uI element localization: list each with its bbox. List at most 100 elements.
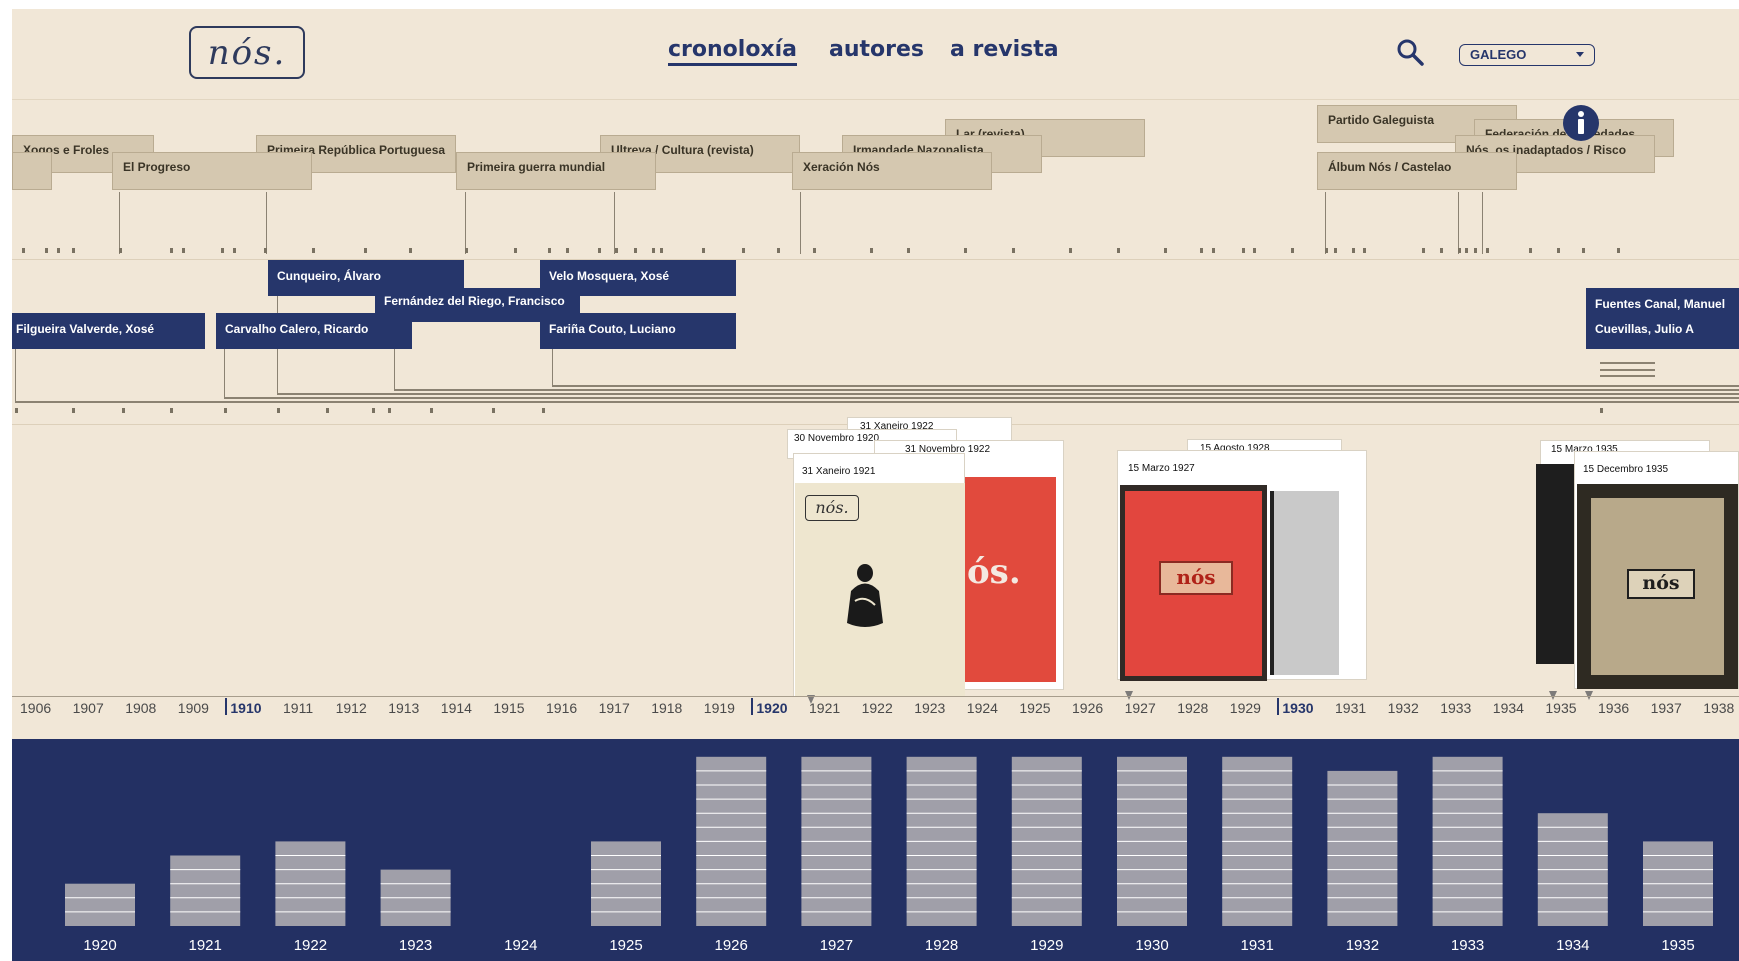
event-line [119,192,120,254]
bar-1921[interactable]: 1921 [170,855,241,955]
author-line [552,349,553,385]
author-label[interactable]: Cuevillas, Julio A [1586,313,1739,349]
bar-rect[interactable] [170,855,241,927]
bar-1927[interactable]: 1927 [801,756,872,954]
axis-year-label[interactable]: 1932 [1388,700,1419,716]
author-label[interactable]: Carvalho Calero, Ricardo [216,313,412,349]
event-label[interactable]: Xeración Nós [792,152,992,190]
decade-marker [751,698,753,715]
bar-1935[interactable]: 1935 [1643,841,1713,954]
cover-title-graphic: ós. [967,552,1021,592]
author-tick [122,408,125,413]
author-label[interactable]: Filgueira Valverde, Xosé [12,313,205,349]
axis-year-label[interactable]: 1931 [1335,700,1366,716]
cover-card[interactable]: 15 Decembro 1935 nós [1574,451,1739,689]
author-tick [277,408,280,413]
bar-1930[interactable]: 1930 [1117,756,1187,954]
event-line [465,192,466,254]
axis-year-label[interactable]: 1937 [1651,700,1682,716]
bar-1924[interactable]: 1924 [504,937,537,954]
axis-year-label[interactable]: 1914 [441,700,472,716]
event-tick [566,248,569,253]
axis-year-label[interactable]: 1910 [230,700,261,716]
bar-1922[interactable]: 1922 [275,841,346,954]
axis-year-label[interactable]: 1917 [599,700,630,716]
bar-1933[interactable]: 1933 [1432,756,1503,954]
axis-year-label[interactable]: 1935 [1545,700,1576,716]
cover-figure [847,564,883,627]
bar-1931[interactable]: 1931 [1222,756,1293,954]
event-tick [870,248,873,253]
axis-year-label[interactable]: 1918 [651,700,682,716]
bar-1925[interactable]: 1925 [591,841,661,954]
event-line [800,192,801,254]
axis-year-label[interactable]: 1923 [914,700,945,716]
bar-1920[interactable]: 1920 [65,883,135,954]
axis-year-label[interactable]: 1916 [546,700,577,716]
event-label[interactable]: El Progreso [112,152,312,190]
axis-year-label[interactable]: 1928 [1177,700,1208,716]
language-select[interactable]: GALEGO [1459,44,1595,66]
nav-a-revista[interactable]: a revista [950,37,1059,62]
info-icon[interactable] [1562,104,1600,142]
bar-1923[interactable]: 1923 [380,869,451,954]
bar-1926[interactable]: 1926 [696,756,767,954]
axis-year-label[interactable]: 1907 [73,700,104,716]
search-icon[interactable] [1394,36,1426,68]
axis-year-label[interactable]: 1908 [125,700,156,716]
bar-1934[interactable]: 1934 [1537,813,1608,954]
axis-year-label[interactable]: 1920 [756,700,787,716]
axis-year-label[interactable]: 1911 [283,700,313,716]
event-label[interactable]: Álbum Nós / Castelao [1317,152,1517,190]
cover-card[interactable]: 31 Xaneiro 1921 nós. [793,453,965,697]
event-label-stub[interactable] [12,152,52,190]
axis-year-label[interactable]: 1936 [1598,700,1629,716]
event-tick [1012,248,1015,253]
event-line [1482,192,1483,254]
author-label[interactable]: Fariña Couto, Luciano [540,313,736,349]
event-tick [813,248,816,253]
cover-date: 15 Decembro 1935 [1583,464,1669,475]
cover-title-graphic: nós [1627,569,1695,599]
axis-year-label[interactable]: 1934 [1493,700,1524,716]
axis-year-label[interactable]: 1913 [388,700,419,716]
axis-year-label[interactable]: 1930 [1282,700,1313,716]
axis-year-label[interactable]: 1927 [1125,700,1156,716]
bar-1929[interactable]: 1929 [1011,756,1082,954]
event-tick [1582,248,1585,253]
author-tick [372,408,375,413]
bar-rect[interactable] [65,883,135,926]
event-tick [514,248,517,253]
axis-year-label[interactable]: 1906 [20,700,51,716]
axis-year-label[interactable]: 1929 [1230,700,1261,716]
axis-year-label[interactable]: 1909 [178,700,209,716]
axis-year-label[interactable]: 1938 [1703,700,1734,716]
event-label[interactable]: Primeira guerra mundial [456,152,656,190]
event-tick [1352,248,1355,253]
event-tick [170,248,173,253]
axis-year-label[interactable]: 1924 [967,700,998,716]
axis-year-label[interactable]: 1919 [704,700,735,716]
axis-year-label[interactable]: 1925 [1019,700,1050,716]
nav-cronoloxia[interactable]: cronoloxía [668,37,798,66]
event-tick [1363,248,1366,253]
bar-rect[interactable] [1327,770,1398,926]
axis-year-label[interactable]: 1915 [493,700,524,716]
axis-year-label[interactable]: 1933 [1440,700,1471,716]
bar-year-label: 1927 [820,937,853,954]
event-line [614,192,615,254]
cover-image-red: nós [1125,491,1262,676]
bar-1932[interactable]: 1932 [1327,770,1398,954]
logo[interactable]: nós. [189,26,305,79]
bar-year-label: 1929 [1030,937,1063,954]
axis-year-label[interactable]: 1921 [809,700,840,716]
axis-year-label[interactable]: 1912 [336,700,367,716]
event-tick [660,248,663,253]
cover-date: 30 Novembro 1920 [794,433,880,444]
bar-1928[interactable]: 1928 [906,756,977,954]
author-line [277,393,1739,395]
cover-card[interactable]: 15 Marzo 1927 nós [1117,450,1367,681]
nav-autores[interactable]: autores [829,37,924,62]
axis-year-label[interactable]: 1922 [862,700,893,716]
axis-year-label[interactable]: 1926 [1072,700,1103,716]
